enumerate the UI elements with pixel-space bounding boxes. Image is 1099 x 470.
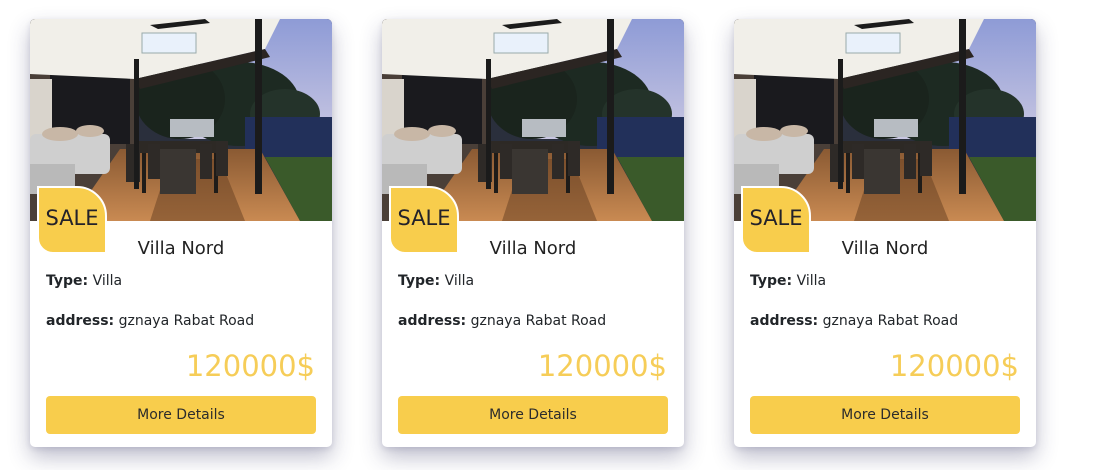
listing-cards-row: SALE Villa Nord Type: Villa address: gznaya… (0, 0, 1099, 470)
listing-address: address: gznaya Rabat Road (750, 313, 958, 329)
listing-title-text: Villa Nord (137, 238, 225, 259)
chair (500, 144, 512, 179)
ottoman (428, 125, 456, 137)
type-label: Type: (46, 273, 89, 289)
listing-title: Villa Nord (734, 238, 1036, 259)
chair (920, 141, 932, 176)
address-value: gznaya Rabat Road (822, 313, 959, 329)
listing-type: Type: Villa (46, 273, 122, 289)
ottoman (76, 125, 104, 137)
listing-title: Villa Nord (382, 238, 684, 259)
chair (148, 144, 160, 179)
chair (552, 144, 564, 179)
skylight (493, 32, 549, 54)
listing-price: 120000$ (537, 349, 667, 383)
skylight (141, 32, 197, 54)
address-label: address: (46, 313, 115, 329)
more-details-button[interactable]: More Details (46, 396, 316, 434)
listing-card: SALE Villa Nord Type: Villa address: gznaya… (30, 19, 332, 447)
listing-title: Villa Nord (30, 238, 332, 259)
type-label: Type: (398, 273, 441, 289)
listing-type: Type: Villa (398, 273, 474, 289)
type-value: Villa (444, 273, 475, 289)
listing-type: Type: Villa (750, 273, 826, 289)
chair (852, 144, 864, 179)
chair (160, 149, 196, 194)
ottoman (42, 127, 78, 141)
address-value: gznaya Rabat Road (470, 313, 607, 329)
listing-card: SALE Villa Nord Type: Villa address: gznaya… (734, 19, 1036, 447)
skylight (845, 32, 901, 54)
post (255, 19, 262, 194)
type-value: Villa (92, 273, 123, 289)
type-value: Villa (796, 273, 827, 289)
address-label: address: (750, 313, 819, 329)
listing-price: 120000$ (185, 349, 315, 383)
listing-price: 120000$ (889, 349, 1019, 383)
listing-address: address: gznaya Rabat Road (398, 313, 606, 329)
address-label: address: (398, 313, 467, 329)
chair (216, 141, 228, 176)
post (486, 59, 491, 189)
ottoman (394, 127, 430, 141)
dining-table-legs (494, 153, 498, 193)
listing-title-text: Villa Nord (841, 238, 929, 259)
more-details-button[interactable]: More Details (398, 396, 668, 434)
chair (200, 144, 212, 179)
post (838, 59, 843, 189)
post (134, 59, 139, 189)
chair (864, 149, 900, 194)
listing-title-text: Villa Nord (489, 238, 577, 259)
chair (512, 149, 548, 194)
dining-table-legs (846, 153, 850, 193)
dining-table-legs (142, 153, 146, 193)
more-details-button[interactable]: More Details (750, 396, 1020, 434)
chair (568, 141, 580, 176)
bbq (522, 119, 566, 137)
type-label: Type: (750, 273, 793, 289)
address-value: gznaya Rabat Road (118, 313, 255, 329)
chair (904, 144, 916, 179)
post (959, 19, 966, 194)
ottoman (746, 127, 782, 141)
post (607, 19, 614, 194)
listing-address: address: gznaya Rabat Road (46, 313, 254, 329)
listing-card: SALE Villa Nord Type: Villa address: gznaya… (382, 19, 684, 447)
bbq (170, 119, 214, 137)
ottoman (780, 125, 808, 137)
bbq (874, 119, 918, 137)
